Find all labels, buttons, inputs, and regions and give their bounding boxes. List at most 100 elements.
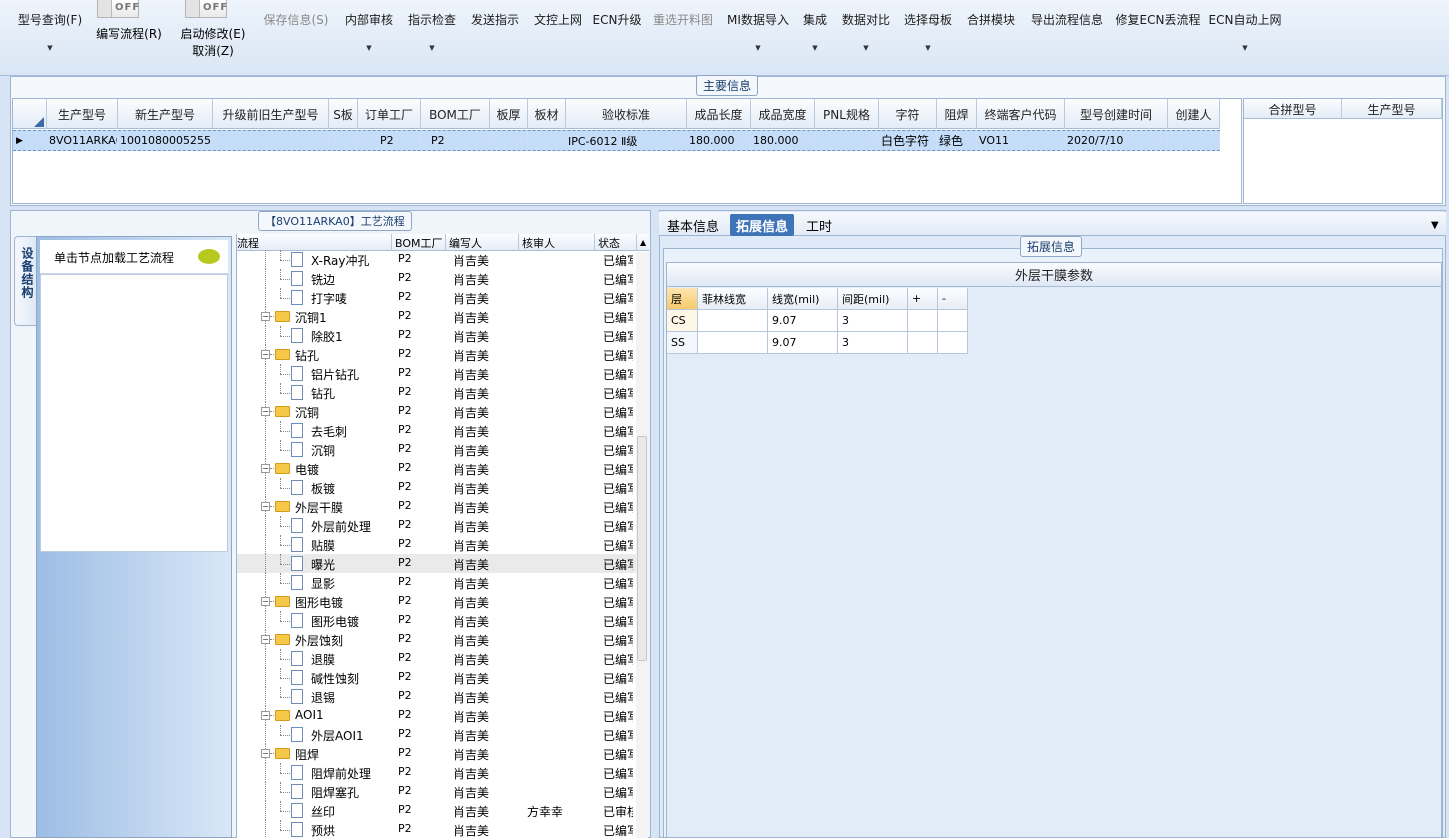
- table-cell[interactable]: [329, 131, 358, 150]
- table-cell[interactable]: 2020/7/10: [1065, 131, 1168, 150]
- table-cell[interactable]: 9.07: [768, 332, 838, 354]
- table-cell[interactable]: IPC-6012 Ⅱ级: [566, 131, 687, 150]
- collapse-toggle-icon[interactable]: −: [261, 597, 270, 606]
- collapse-toggle-icon[interactable]: −: [261, 350, 270, 359]
- table-cell[interactable]: [698, 332, 768, 354]
- collapse-toggle-icon[interactable]: −: [261, 749, 270, 758]
- add-column-button[interactable]: +: [908, 288, 938, 310]
- column-header[interactable]: BOM工厂: [392, 234, 446, 251]
- toggle-write-process[interactable]: OFF: [97, 0, 139, 18]
- tree-item-row[interactable]: 阻焊塞孔 P2 肖吉美 已编写: [237, 782, 637, 801]
- tree-folder-row[interactable]: − 沉铜 P2 肖吉美 已编写: [237, 402, 637, 421]
- column-header[interactable]: 创建人: [1168, 99, 1220, 129]
- table-cell[interactable]: 9.07: [768, 310, 838, 332]
- tree-item-row[interactable]: 丝印 P2 肖吉美 方幸幸 已审核: [237, 801, 637, 820]
- table-cell[interactable]: [815, 131, 879, 150]
- grid-corner[interactable]: [13, 99, 47, 129]
- tab-work-hours[interactable]: 工时: [800, 214, 838, 236]
- table-cell[interactable]: 白色字符: [879, 131, 937, 150]
- tree-folder-row[interactable]: − 外层干膜 P2 肖吉美 已编写: [237, 497, 637, 516]
- table-cell[interactable]: 8VO11ARKA0: [47, 131, 118, 150]
- column-header[interactable]: 状态: [595, 234, 637, 251]
- collapse-toggle-icon[interactable]: −: [261, 464, 270, 473]
- column-header[interactable]: 编写人: [446, 234, 519, 251]
- collapse-toggle-icon[interactable]: −: [261, 711, 270, 720]
- column-header[interactable]: 订单工厂: [358, 99, 421, 129]
- tree-item-row[interactable]: 除胶1 P2 肖吉美 已编写: [237, 326, 637, 345]
- tree-item-row[interactable]: 阻焊前处理 P2 肖吉美 已编写: [237, 763, 637, 782]
- column-header[interactable]: 生产型号: [47, 99, 118, 129]
- column-header[interactable]: PNL规格: [815, 99, 879, 129]
- table-cell[interactable]: 3: [838, 332, 908, 354]
- table-cell[interactable]: [528, 131, 566, 150]
- tree-item-row[interactable]: 铝片钻孔 P2 肖吉美 已编写: [237, 364, 637, 383]
- tree-item-row[interactable]: 曝光 P2 肖吉美 已编写: [237, 554, 637, 573]
- table-cell[interactable]: 3: [838, 310, 908, 332]
- collapse-toggle-icon[interactable]: −: [261, 407, 270, 416]
- tree-folder-row[interactable]: − 钻孔 P2 肖吉美 已编写: [237, 345, 637, 364]
- table-cell[interactable]: P2: [358, 131, 421, 150]
- tree-item-row[interactable]: 显影 P2 肖吉美 已编写: [237, 573, 637, 592]
- tree-folder-row[interactable]: − AOI1 P2 肖吉美 已编写: [237, 706, 637, 725]
- column-header[interactable]: 验收标准: [566, 99, 687, 129]
- column-header[interactable]: 新生产型号: [118, 99, 213, 129]
- tree-item-row[interactable]: 外层前处理 P2 肖吉美 已编写: [237, 516, 637, 535]
- collapse-toggle-icon[interactable]: −: [261, 312, 270, 321]
- table-cell[interactable]: [698, 310, 768, 332]
- table-cell[interactable]: [1168, 131, 1220, 150]
- tree-item-row[interactable]: 打字唛 P2 肖吉美 已编写: [237, 288, 637, 307]
- column-header[interactable]: 菲林线宽: [698, 288, 768, 310]
- tree-item-row[interactable]: 贴膜 P2 肖吉美 已编写: [237, 535, 637, 554]
- column-header[interactable]: 线宽(mil): [768, 288, 838, 310]
- tree-item-row[interactable]: 图形电镀 P2 肖吉美 已编写: [237, 611, 637, 630]
- column-header[interactable]: 核审人: [519, 234, 595, 251]
- toggle-start-edit[interactable]: OFF: [185, 0, 227, 18]
- scrollbar-thumb[interactable]: [637, 436, 647, 661]
- column-header[interactable]: 成品宽度: [751, 99, 815, 129]
- tree-item-row[interactable]: 退膜 P2 肖吉美 已编写: [237, 649, 637, 668]
- tree-item-row[interactable]: 沉铜 P2 肖吉美 已编写: [237, 440, 637, 459]
- column-header[interactable]: 升级前旧生产型号: [213, 99, 329, 129]
- tab-equipment-structure[interactable]: 设备结构: [14, 236, 38, 326]
- tabs-dropdown-icon[interactable]: ▼: [1425, 214, 1445, 236]
- table-cell[interactable]: 180.000: [687, 131, 751, 150]
- vertical-splitter[interactable]: [651, 210, 659, 838]
- tree-folder-row[interactable]: − 外层蚀刻 P2 肖吉美 已编写: [237, 630, 637, 649]
- column-header[interactable]: 型号创建时间: [1065, 99, 1168, 129]
- tab-basic-info[interactable]: 基本信息: [661, 214, 725, 236]
- table-cell[interactable]: P2: [421, 131, 490, 150]
- table-cell[interactable]: [908, 332, 938, 354]
- table-cell[interactable]: [938, 310, 968, 332]
- column-header[interactable]: 字符: [879, 99, 937, 129]
- tree-folder-row[interactable]: − 沉铜1 P2 肖吉美 已编写: [237, 307, 637, 326]
- column-header-layer[interactable]: 层: [667, 288, 698, 310]
- table-cell[interactable]: [490, 131, 528, 150]
- tree-item-row[interactable]: 预烘 P2 肖吉美 已编写: [237, 820, 637, 838]
- collapse-toggle-icon[interactable]: −: [261, 635, 270, 644]
- tree-item-row[interactable]: 板镀 P2 肖吉美 已编写: [237, 478, 637, 497]
- column-header[interactable]: 流程: [237, 234, 392, 251]
- scroll-up-icon[interactable]: ▲: [637, 234, 649, 251]
- tree-item-row[interactable]: 碱性蚀刻 P2 肖吉美 已编写: [237, 668, 637, 687]
- column-header[interactable]: 生产型号: [1342, 99, 1442, 119]
- column-header[interactable]: 合拼型号: [1244, 99, 1342, 119]
- table-row[interactable]: ▶ 8VO11ARKA0 10010800052551 P2 P2 IPC-60…: [13, 130, 1220, 151]
- tree-folder-row[interactable]: − 阻焊 P2 肖吉美 已编写: [237, 744, 637, 763]
- tree-folder-row[interactable]: − 电镀 P2 肖吉美 已编写: [237, 459, 637, 478]
- tree-item-row[interactable]: 铣边 P2 肖吉美 已编写: [237, 269, 637, 288]
- table-cell[interactable]: [938, 332, 968, 354]
- column-header[interactable]: 成品长度: [687, 99, 751, 129]
- tree-item-row[interactable]: 退锡 P2 肖吉美 已编写: [237, 687, 637, 706]
- column-header[interactable]: 间距(mil): [838, 288, 908, 310]
- cancel-edit-button[interactable]: 取消(Z): [178, 42, 248, 59]
- table-cell[interactable]: [908, 310, 938, 332]
- column-header[interactable]: 板厚: [490, 99, 528, 129]
- tree-item-row[interactable]: 钻孔 P2 肖吉美 已编写: [237, 383, 637, 402]
- layer-cell[interactable]: CS: [667, 310, 698, 332]
- table-cell[interactable]: 180.000: [751, 131, 815, 150]
- table-cell[interactable]: 10010800052551: [118, 131, 213, 150]
- tree-item-row[interactable]: X-Ray冲孔 P2 肖吉美 已编写: [237, 250, 637, 269]
- table-cell[interactable]: 绿色: [937, 131, 977, 150]
- layer-cell[interactable]: SS: [667, 332, 698, 354]
- column-header[interactable]: 阻焊: [937, 99, 977, 129]
